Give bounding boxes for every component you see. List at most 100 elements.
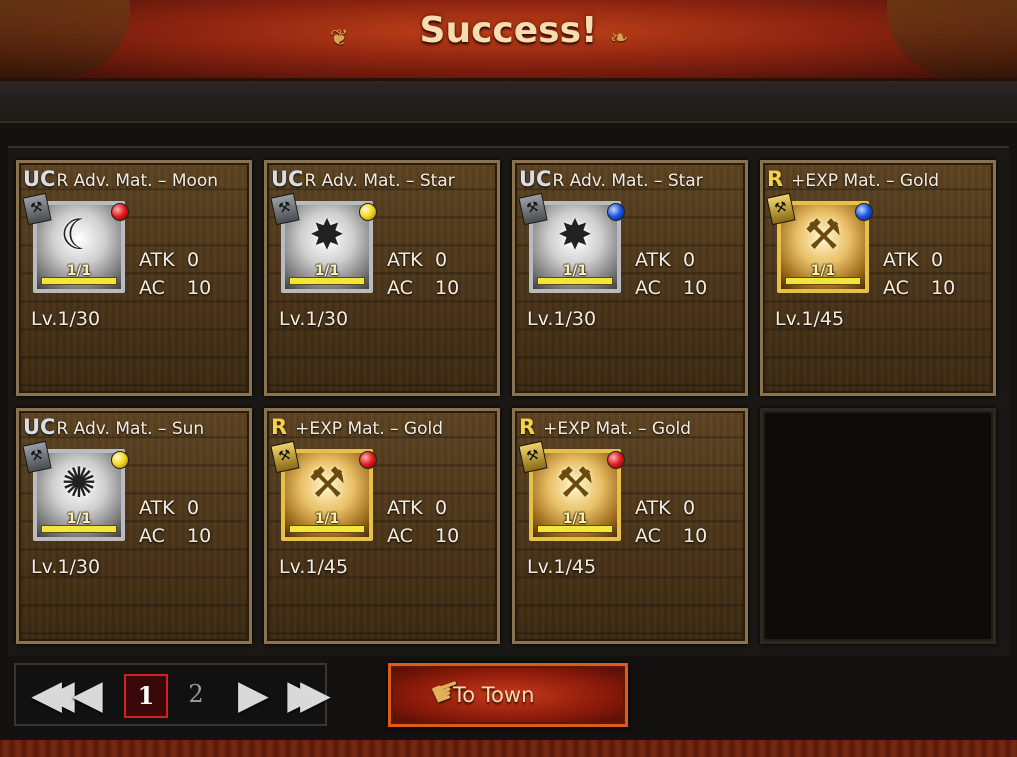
page-1-button[interactable]: 1: [124, 674, 168, 718]
element-orb-icon: [111, 451, 129, 469]
atk-label: ATK: [139, 249, 175, 271]
ac-label: AC: [635, 277, 661, 299]
item-level: Lv.1/30: [31, 556, 101, 578]
item-level: Lv.1/30: [31, 308, 101, 330]
atk-stat: ATK 0: [635, 497, 695, 519]
rarity-badge: UC: [271, 167, 304, 191]
atk-value: 0: [683, 497, 696, 519]
item-card[interactable]: UCR Adv. Mat. – Moon ☾ 1/1 ⚒ ATK 0 AC 10 Lv.1/30: [16, 160, 252, 396]
empty-slot: [760, 408, 996, 644]
pagination: ◀◀ ◀ 1 2 ▶ ▶▶: [14, 663, 330, 726]
hammer-icon: ⚒: [518, 440, 548, 474]
item-card[interactable]: R +EXP Mat. – Gold ⚒ 1/1 ⚒ ATK 0 AC 10 Lv.1/45: [512, 408, 748, 644]
item-name: UCR Adv. Mat. – Sun: [23, 415, 245, 441]
atk-value: 0: [187, 249, 200, 271]
prev-page-button[interactable]: ◀: [72, 672, 103, 718]
item-progress-bar: [537, 525, 613, 533]
item-progress-bar: [41, 277, 117, 285]
rarity-badge: UC: [519, 167, 552, 191]
item-title: R Adv. Mat. – Star: [552, 171, 703, 191]
page-2-button[interactable]: 2: [174, 674, 218, 718]
ac-label: AC: [387, 277, 413, 299]
item-card[interactable]: UCR Adv. Mat. – Sun ✺ 1/1 ⚒ ATK 0 AC 10 Lv.1/30: [16, 408, 252, 644]
item-level: Lv.1/45: [527, 556, 597, 578]
result-header: ❦ Success! ❧: [0, 0, 1017, 81]
atk-label: ATK: [387, 497, 423, 519]
atk-label: ATK: [139, 497, 175, 519]
hammer-icon: ⚒: [270, 192, 300, 226]
item-level: Lv.1/45: [775, 308, 845, 330]
atk-label: ATK: [387, 249, 423, 271]
card-grid: UCR Adv. Mat. – Moon ☾ 1/1 ⚒ ATK 0 AC 10 Lv.1/30…: [8, 146, 1009, 656]
footer-strip: [0, 740, 1017, 757]
item-card[interactable]: UCR Adv. Mat. – Star ✸ 1/1 ⚒ ATK 0 AC 10 Lv.1/30: [264, 160, 500, 396]
right-arrow-icon: ▶: [238, 672, 269, 718]
header-band: [0, 81, 1017, 123]
last-page-button[interactable]: ▶▶: [278, 673, 330, 717]
item-title: R Adv. Mat. – Sun: [56, 419, 205, 439]
item-level: Lv.1/30: [279, 308, 349, 330]
item-title: R Adv. Mat. – Moon: [56, 171, 219, 191]
atk-stat: ATK 0: [387, 497, 447, 519]
ac-stat: AC 10: [883, 277, 955, 299]
hammer-icon: ⚒: [518, 192, 548, 226]
atk-stat: ATK 0: [883, 249, 943, 271]
ac-label: AC: [883, 277, 909, 299]
page-title: Success!: [419, 10, 598, 51]
element-orb-icon: [607, 451, 625, 469]
item-name: R +EXP Mat. – Gold: [767, 167, 989, 193]
item-progress-bar: [537, 277, 613, 285]
atk-label: ATK: [635, 497, 671, 519]
item-title: +EXP Mat. – Gold: [295, 419, 444, 439]
ac-stat: AC 10: [139, 525, 211, 547]
ac-value: 10: [435, 277, 460, 299]
first-page-button[interactable]: ◀◀: [22, 673, 74, 717]
ac-value: 10: [187, 525, 212, 547]
ac-value: 10: [683, 277, 708, 299]
element-orb-icon: [607, 203, 625, 221]
item-title: R Adv. Mat. – Star: [304, 171, 455, 191]
left-arrow-icon: ◀: [72, 672, 103, 718]
ac-stat: AC 10: [139, 277, 211, 299]
atk-label: ATK: [883, 249, 919, 271]
rarity-badge: R: [519, 415, 536, 439]
rarity-badge: R: [271, 415, 288, 439]
ac-label: AC: [139, 525, 165, 547]
to-town-button[interactable]: ☛ To Town: [388, 663, 628, 727]
ac-value: 10: [931, 277, 956, 299]
ac-label: AC: [635, 525, 661, 547]
rarity-badge: R: [767, 167, 784, 191]
item-name: R +EXP Mat. – Gold: [271, 415, 493, 441]
item-card[interactable]: R +EXP Mat. – Gold ⚒ 1/1 ⚒ ATK 0 AC 10 Lv.1/45: [264, 408, 500, 644]
ac-value: 10: [187, 277, 212, 299]
item-name: R +EXP Mat. – Gold: [519, 415, 741, 441]
atk-value: 0: [683, 249, 696, 271]
item-card[interactable]: UCR Adv. Mat. – Star ✸ 1/1 ⚒ ATK 0 AC 10 Lv.1/30: [512, 160, 748, 396]
item-progress-bar: [289, 277, 365, 285]
ac-stat: AC 10: [635, 525, 707, 547]
ac-label: AC: [387, 525, 413, 547]
hammer-icon: ⚒: [766, 192, 796, 226]
item-card[interactable]: R +EXP Mat. – Gold ⚒ 1/1 ⚒ ATK 0 AC 10 Lv.1/45: [760, 160, 996, 396]
item-progress-bar: [289, 525, 365, 533]
item-progress-bar: [41, 525, 117, 533]
item-name: UCR Adv. Mat. – Moon: [23, 167, 245, 193]
atk-label: ATK: [635, 249, 671, 271]
to-town-label: To Town: [453, 683, 535, 707]
atk-value: 0: [931, 249, 944, 271]
next-page-button[interactable]: ▶: [238, 672, 269, 718]
item-name: UCR Adv. Mat. – Star: [519, 167, 741, 193]
ac-stat: AC 10: [635, 277, 707, 299]
atk-stat: ATK 0: [139, 249, 199, 271]
atk-value: 0: [435, 249, 448, 271]
element-orb-icon: [359, 203, 377, 221]
rarity-badge: UC: [23, 415, 56, 439]
ac-label: AC: [139, 277, 165, 299]
atk-stat: ATK 0: [139, 497, 199, 519]
hammer-icon: ⚒: [270, 440, 300, 474]
ac-stat: AC 10: [387, 277, 459, 299]
atk-value: 0: [187, 497, 200, 519]
item-level: Lv.1/45: [279, 556, 349, 578]
ac-value: 10: [683, 525, 708, 547]
item-progress-bar: [785, 277, 861, 285]
